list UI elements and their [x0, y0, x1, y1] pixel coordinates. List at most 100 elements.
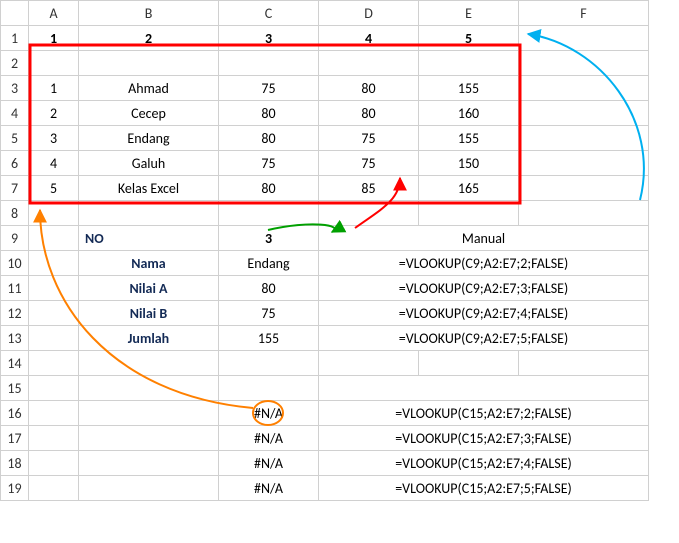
cell-no[interactable]: 3 [29, 126, 79, 151]
rowhead-19[interactable]: 19 [1, 476, 29, 501]
y-value[interactable]: 80 [219, 276, 319, 301]
colhead-C[interactable]: C [219, 1, 319, 26]
cell-no[interactable]: 4 [29, 151, 79, 176]
y-formula[interactable]: =VLOOKUP(C9;A2:E7;5;FALSE) [319, 326, 649, 351]
cell[interactable] [29, 201, 79, 226]
cell[interactable] [79, 201, 219, 226]
y-note[interactable]: Manual [319, 226, 649, 251]
cell[interactable] [29, 376, 79, 401]
rowhead-5[interactable]: 5 [1, 126, 29, 151]
cell-b[interactable]: 75 [319, 151, 419, 176]
y-formula[interactable]: =VLOOKUP(C9;A2:E7;4;FALSE) [319, 301, 649, 326]
rowhead-3[interactable]: 3 [1, 76, 29, 101]
cell-a[interactable]: 80 [219, 176, 319, 201]
cell[interactable] [29, 251, 79, 276]
cell[interactable] [519, 201, 649, 226]
cell[interactable] [29, 276, 79, 301]
colhead-D[interactable]: D [319, 1, 419, 26]
th-nilaiB[interactable]: NILAI B [319, 51, 419, 76]
cell[interactable] [419, 201, 519, 226]
y-label[interactable]: Nilai A [79, 276, 219, 301]
rowhead-4[interactable]: 4 [1, 101, 29, 126]
cell[interactable] [29, 451, 79, 476]
cell[interactable] [29, 351, 79, 376]
rowhead-6[interactable]: 6 [1, 151, 29, 176]
b-label[interactable]: Nilai A [79, 426, 219, 451]
cell[interactable] [29, 301, 79, 326]
rowhead-18[interactable]: 18 [1, 451, 29, 476]
rowhead-8[interactable]: 8 [1, 201, 29, 226]
rowhead-10[interactable]: 10 [1, 251, 29, 276]
cell[interactable] [79, 351, 219, 376]
cell[interactable] [29, 326, 79, 351]
b-formula[interactable]: =VLOOKUP(C15;A2:E7;5;FALSE) [319, 476, 649, 501]
cell[interactable] [519, 351, 649, 376]
cell[interactable] [319, 201, 419, 226]
y-label[interactable]: Nama [79, 251, 219, 276]
y-label[interactable]: Jumlah [79, 326, 219, 351]
cell-b[interactable]: 75 [319, 126, 419, 151]
colhead-E[interactable]: E [419, 1, 519, 26]
cell-D1[interactable]: 4 [319, 26, 419, 51]
cell[interactable] [419, 351, 519, 376]
th-nama[interactable]: NAMA [79, 51, 219, 76]
cell-C1[interactable]: 3 [219, 26, 319, 51]
cell[interactable] [29, 226, 79, 251]
cell-F6[interactable] [519, 151, 649, 176]
th-no[interactable]: NO [29, 51, 79, 76]
y-no-value[interactable]: 3 [219, 226, 319, 251]
cell-a[interactable]: 80 [219, 101, 319, 126]
cell-j[interactable]: 155 [419, 76, 519, 101]
y-value[interactable]: 75 [219, 301, 319, 326]
y-no-label[interactable]: NO [79, 226, 219, 251]
rowhead-15[interactable]: 15 [1, 376, 29, 401]
y-formula[interactable]: =VLOOKUP(C9;A2:E7;2;FALSE) [319, 251, 649, 276]
cell-a[interactable]: 75 [219, 151, 319, 176]
rowhead-1[interactable]: 1 [1, 26, 29, 51]
cell-b[interactable]: 80 [319, 76, 419, 101]
b-formula[interactable]: =VLOOKUP(C15;A2:E7;2;FALSE) [319, 401, 649, 426]
rowhead-11[interactable]: 11 [1, 276, 29, 301]
y-label[interactable]: Nilai B [79, 301, 219, 326]
cell[interactable] [29, 426, 79, 451]
rowhead-12[interactable]: 12 [1, 301, 29, 326]
cell-F5[interactable] [519, 126, 649, 151]
colhead-F[interactable]: F [519, 1, 649, 26]
th-jumlah[interactable]: JUMLAH [419, 51, 519, 76]
b-value[interactable]: #N/A [219, 401, 319, 426]
rowhead-7[interactable]: 7 [1, 176, 29, 201]
cell-F1[interactable] [519, 26, 649, 51]
cell-j[interactable]: 155 [419, 126, 519, 151]
cell-nama[interactable]: Galuh [79, 151, 219, 176]
b-note[interactable]: Manual [319, 376, 649, 401]
cell-no[interactable]: 2 [29, 101, 79, 126]
b-label[interactable]: Nilai B [79, 451, 219, 476]
rowhead-13[interactable]: 13 [1, 326, 29, 351]
cell-E1[interactable]: 5 [419, 26, 519, 51]
corner-cell[interactable] [1, 1, 29, 26]
b-value[interactable]: #N/A [219, 476, 319, 501]
rowhead-17[interactable]: 17 [1, 426, 29, 451]
cell-B1[interactable]: 2 [79, 26, 219, 51]
b-no-value[interactable]: 7 [219, 376, 319, 401]
cell-b[interactable]: 80 [319, 101, 419, 126]
rowhead-2[interactable]: 2 [1, 51, 29, 76]
b-no-label[interactable]: NO [79, 376, 219, 401]
cell-j[interactable]: 160 [419, 101, 519, 126]
b-formula[interactable]: =VLOOKUP(C15;A2:E7;3;FALSE) [319, 426, 649, 451]
b-formula[interactable]: =VLOOKUP(C15;A2:E7;4;FALSE) [319, 451, 649, 476]
cell-nama[interactable]: Ahmad [79, 76, 219, 101]
colhead-B[interactable]: B [79, 1, 219, 26]
cell[interactable] [219, 201, 319, 226]
rowhead-16[interactable]: 16 [1, 401, 29, 426]
b-value[interactable]: #N/A [219, 426, 319, 451]
cell-a[interactable]: 80 [219, 126, 319, 151]
cell[interactable] [29, 476, 79, 501]
rowhead-14[interactable]: 14 [1, 351, 29, 376]
y-value[interactable]: 155 [219, 326, 319, 351]
cell-no[interactable]: 5 [29, 176, 79, 201]
cell-j[interactable]: 150 [419, 151, 519, 176]
cell-nama[interactable]: Endang [79, 126, 219, 151]
cell[interactable] [29, 401, 79, 426]
cell-F4[interactable] [519, 101, 649, 126]
